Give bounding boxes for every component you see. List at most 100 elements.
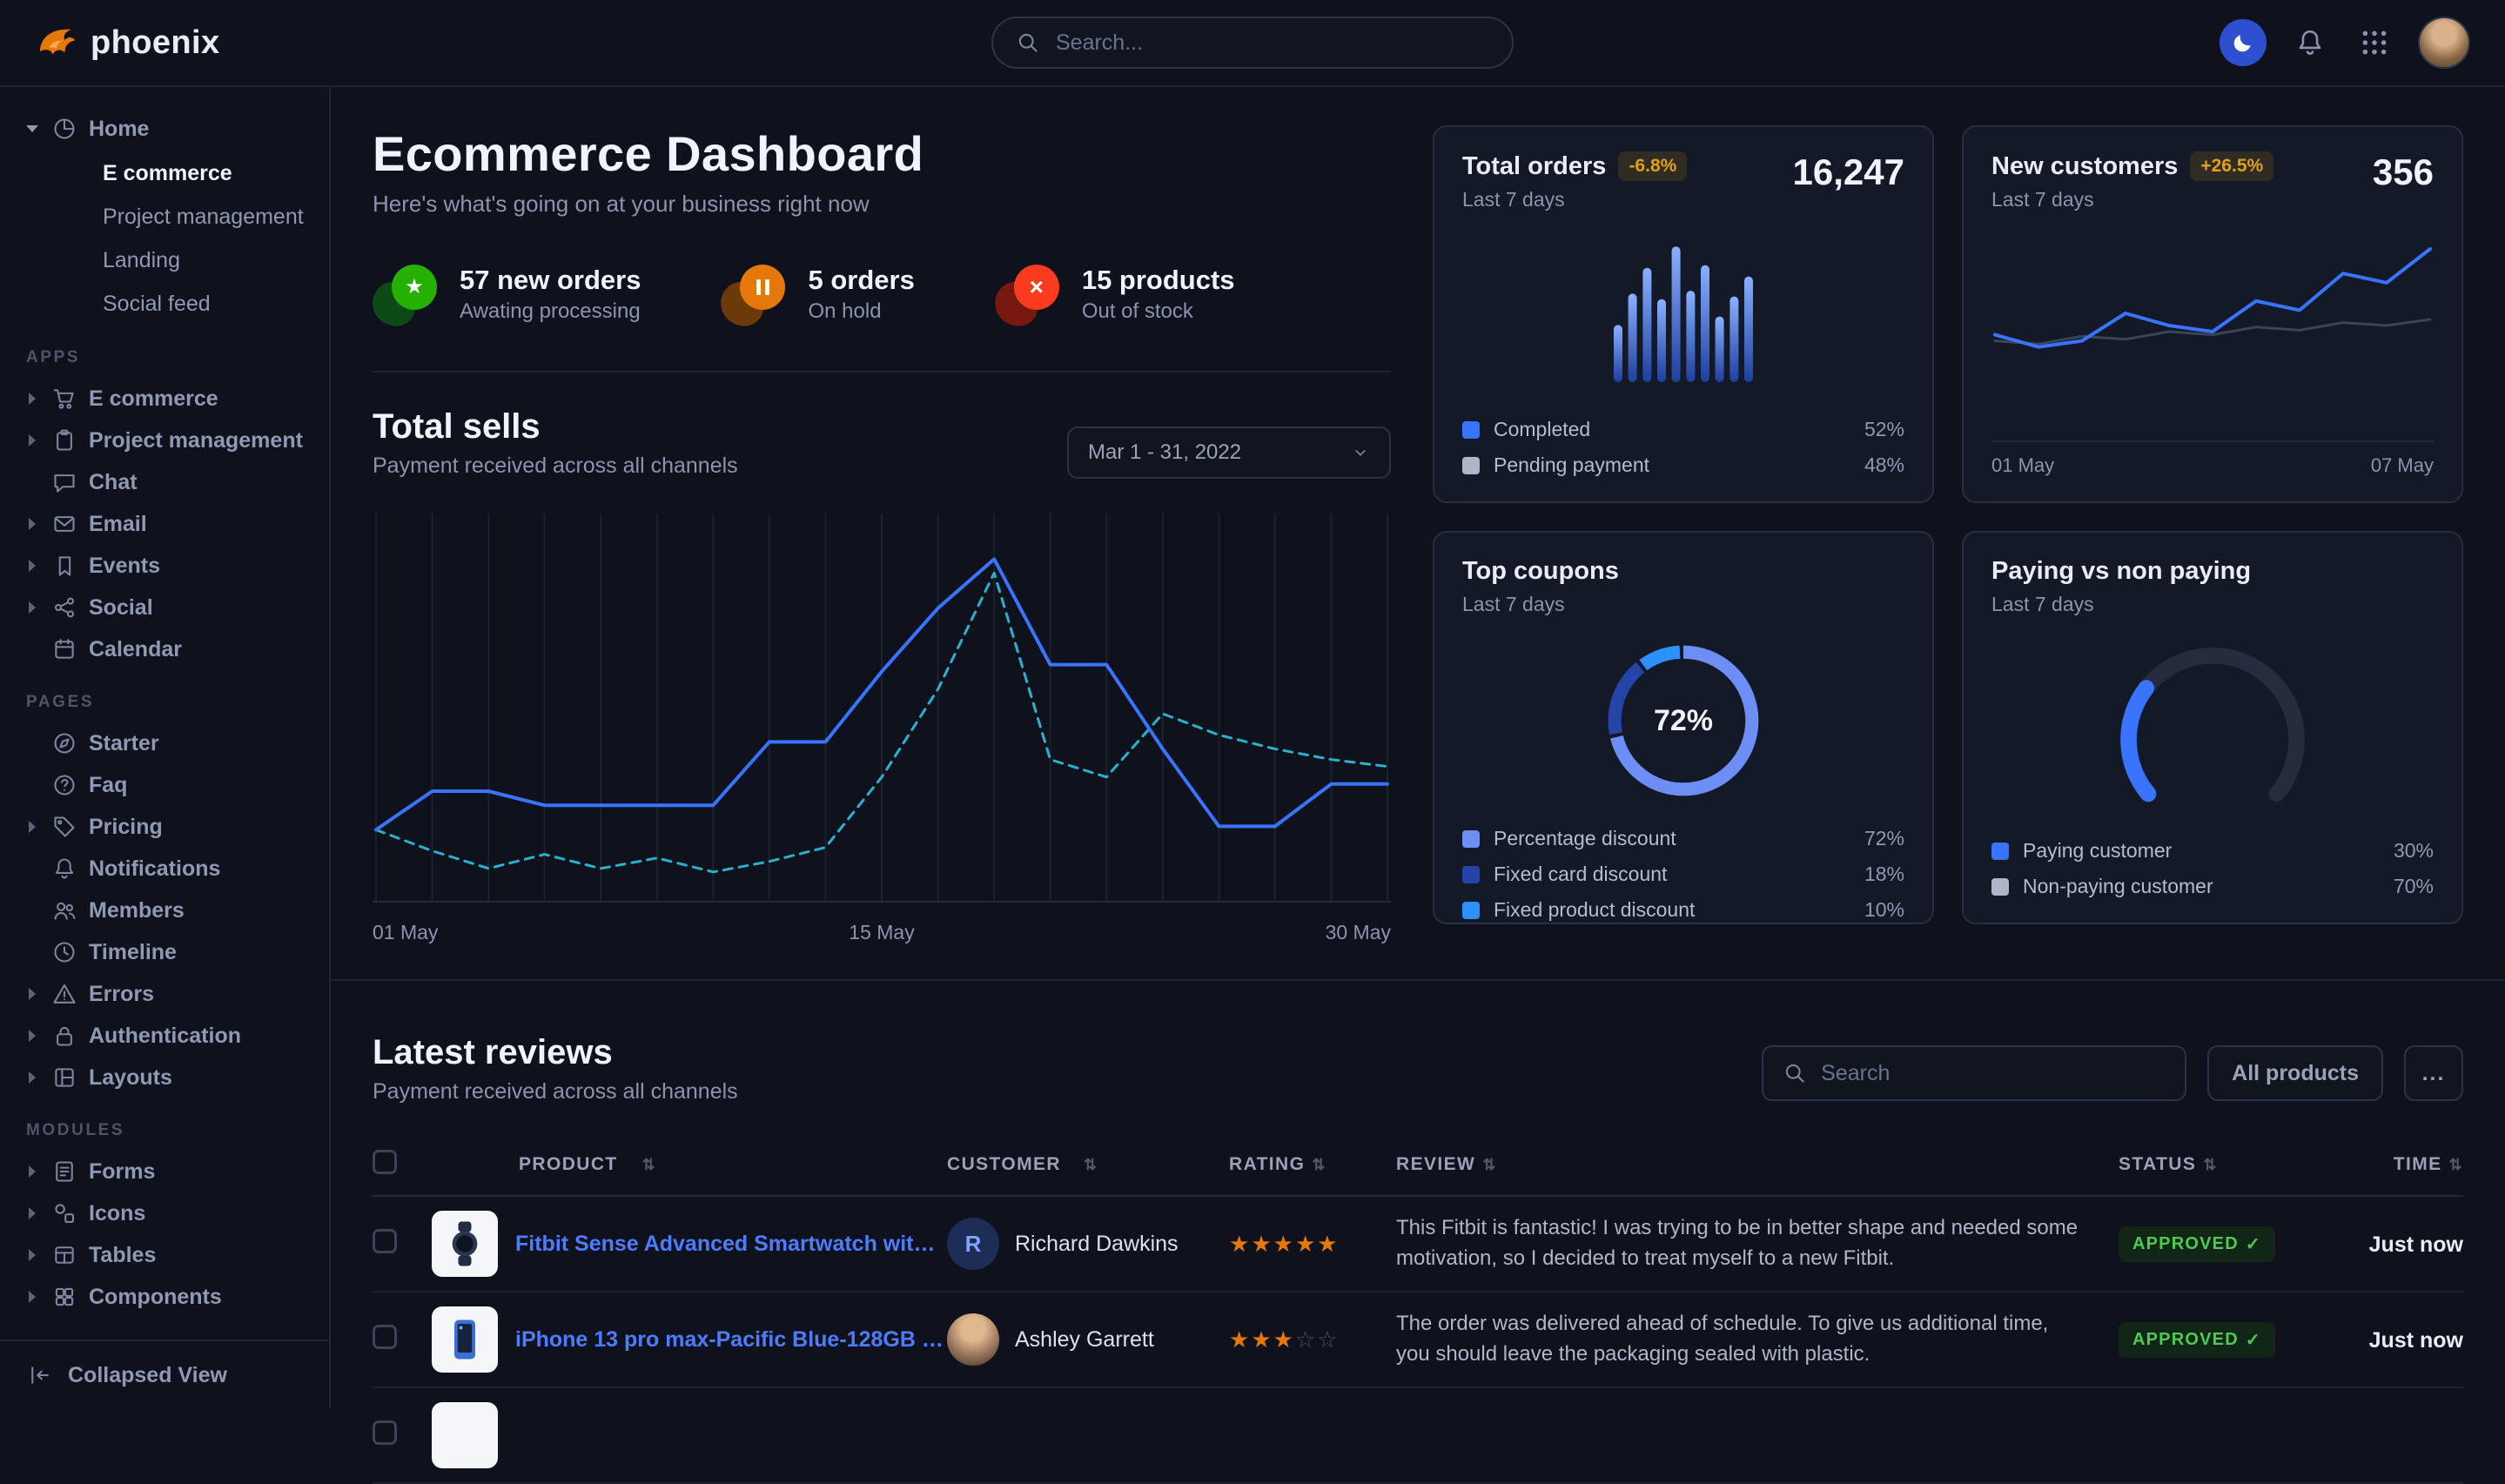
stat-out-of-stock: × 15 products Out of stock bbox=[995, 263, 1235, 326]
sidebar-item-events[interactable]: Events bbox=[24, 545, 312, 587]
row-checkbox[interactable] bbox=[373, 1420, 397, 1445]
total-orders-value: 16,247 bbox=[1793, 151, 1904, 193]
collapsed-view-toggle[interactable]: Collapsed View bbox=[0, 1340, 329, 1409]
sidebar-section-apps: APPS bbox=[26, 348, 312, 367]
line-chart bbox=[1991, 229, 2434, 410]
kpi-cards: Total orders -6.8% Last 7 days 16,247 bbox=[1433, 125, 2463, 944]
stat-orders-on-hold: 5 orders On hold bbox=[721, 263, 914, 326]
apps-grid-button[interactable] bbox=[2354, 22, 2395, 64]
sidebar-item-landing[interactable]: Landing bbox=[24, 238, 312, 282]
reviews-search-input[interactable] bbox=[1821, 1061, 2166, 1086]
sidebar-item-pricing[interactable]: Pricing bbox=[24, 806, 312, 848]
product-thumbnail-iphone bbox=[432, 1306, 498, 1373]
table-row: iPhone 13 pro max-Pacific Blue-128GB sto… bbox=[373, 1293, 2463, 1388]
star-badge-icon: ★ bbox=[373, 263, 439, 326]
sidebar-item-calendar[interactable]: Calendar bbox=[24, 628, 312, 670]
column-time[interactable]: TIME⇅ bbox=[2327, 1154, 2463, 1175]
column-customer[interactable]: CUSTOMER⇅ bbox=[947, 1154, 1229, 1175]
chevron-right-icon bbox=[24, 819, 40, 835]
legend-swatch bbox=[1462, 421, 1480, 439]
sidebar-item-social-feed[interactable]: Social feed bbox=[24, 282, 312, 326]
product-link[interactable]: iPhone 13 pro max-Pacific Blue-128GB sto… bbox=[515, 1327, 947, 1353]
chevron-right-icon bbox=[24, 1164, 40, 1179]
customer-name: Richard Dawkins bbox=[1015, 1232, 1179, 1257]
table-grid-icon bbox=[52, 1243, 77, 1267]
sidebar-item-notifications[interactable]: Notifications bbox=[24, 848, 312, 890]
sidebar-section-pages: PAGES bbox=[26, 693, 312, 712]
x-badge-icon: × bbox=[995, 263, 1061, 326]
sort-icon: ⇅ bbox=[1482, 1156, 1496, 1173]
all-products-button[interactable]: All products bbox=[2207, 1045, 2383, 1101]
column-review[interactable]: REVIEW⇅ bbox=[1396, 1154, 2119, 1175]
sidebar-item-email[interactable]: Email bbox=[24, 503, 312, 545]
global-search[interactable] bbox=[991, 17, 1514, 69]
main-content: Ecommerce Dashboard Here's what's going … bbox=[331, 0, 2505, 1484]
sidebar-item-tables[interactable]: Tables bbox=[24, 1234, 312, 1276]
bookmark-icon bbox=[52, 554, 77, 578]
sidebar-item-errors[interactable]: Errors bbox=[24, 973, 312, 1015]
sidebar-item-faq[interactable]: Faq bbox=[24, 764, 312, 806]
chevron-right-icon bbox=[24, 1028, 40, 1044]
theme-toggle-button[interactable] bbox=[2220, 19, 2267, 66]
notifications-button[interactable] bbox=[2289, 22, 2331, 64]
sidebar-item-ecommerce-dashboard[interactable]: E commerce bbox=[24, 151, 312, 195]
row-checkbox[interactable] bbox=[373, 1229, 397, 1253]
column-product[interactable]: PRODUCT⇅ bbox=[432, 1154, 947, 1175]
card-total-orders: Total orders -6.8% Last 7 days 16,247 bbox=[1433, 125, 1934, 503]
sidebar-item-icons[interactable]: Icons bbox=[24, 1192, 312, 1234]
card-paying-vs-nonpaying: Paying vs non paying Last 7 days Paying … bbox=[1962, 531, 2463, 924]
moon-icon bbox=[2232, 31, 2254, 54]
sidebar-nav: Home E commerce Project management Landi… bbox=[0, 87, 329, 1340]
customer-avatar-initial: R bbox=[947, 1218, 999, 1270]
puzzle-icon bbox=[52, 1285, 77, 1309]
column-status[interactable]: STATUS⇅ bbox=[2119, 1154, 2327, 1175]
sort-icon: ⇅ bbox=[1312, 1156, 1326, 1173]
product-thumbnail bbox=[432, 1402, 498, 1468]
reviews-search[interactable] bbox=[1762, 1045, 2186, 1101]
sidebar-item-home[interactable]: Home bbox=[24, 108, 312, 150]
product-link[interactable]: Fitbit Sense Advanced Smartwatch with To… bbox=[515, 1232, 947, 1257]
sidebar-item-project-management-dashboard[interactable]: Project management bbox=[24, 195, 312, 238]
chevron-right-icon bbox=[24, 1289, 40, 1305]
calendar-icon bbox=[52, 637, 77, 661]
users-icon bbox=[52, 898, 77, 923]
home-sub-items: E commerce Project management Landing So… bbox=[24, 151, 312, 326]
envelope-icon bbox=[52, 512, 77, 536]
grid-nine-dots-icon bbox=[2360, 28, 2389, 57]
sidebar-item-components[interactable]: Components bbox=[24, 1276, 312, 1318]
bell-icon bbox=[52, 856, 77, 881]
more-options-button[interactable]: ... bbox=[2404, 1045, 2463, 1101]
dashboard-left-column: Ecommerce Dashboard Here's what's going … bbox=[373, 125, 1391, 944]
legend-completed: Completed 52% bbox=[1462, 418, 1904, 441]
layout-grid-icon bbox=[52, 1065, 77, 1090]
date-range-select[interactable]: Mar 1 - 31, 2022 bbox=[1067, 426, 1391, 479]
card-new-customers: New customers +26.5% Last 7 days 356 01 … bbox=[1962, 125, 2463, 503]
chevron-right-icon bbox=[24, 433, 40, 448]
sidebar-item-members[interactable]: Members bbox=[24, 890, 312, 931]
sidebar-item-project-management[interactable]: Project management bbox=[24, 420, 312, 461]
sidebar-item-ecommerce[interactable]: E commerce bbox=[24, 378, 312, 420]
sidebar-item-layouts[interactable]: Layouts bbox=[24, 1057, 312, 1098]
global-search-input[interactable] bbox=[1056, 30, 1489, 56]
sidebar-item-label: Home bbox=[89, 117, 149, 142]
column-rating[interactable]: RATING⇅ bbox=[1229, 1154, 1396, 1175]
gauge-chart bbox=[2082, 627, 2343, 808]
select-all-checkbox[interactable] bbox=[373, 1150, 397, 1174]
sidebar-item-starter[interactable]: Starter bbox=[24, 722, 312, 764]
sidebar-item-timeline[interactable]: Timeline bbox=[24, 931, 312, 973]
legend-paying-customer: Paying customer 30% bbox=[1991, 839, 2434, 863]
user-avatar[interactable] bbox=[2418, 17, 2470, 69]
row-checkbox[interactable] bbox=[373, 1325, 397, 1349]
legend-swatch bbox=[1462, 902, 1480, 919]
sidebar-item-chat[interactable]: Chat bbox=[24, 461, 312, 503]
sidebar-item-forms[interactable]: Forms bbox=[24, 1151, 312, 1192]
sidebar-item-social[interactable]: Social bbox=[24, 587, 312, 628]
legend-fixed-product-discount: Fixed product discount 10% bbox=[1462, 898, 1904, 922]
total-sells-subtitle: Payment received across all channels bbox=[373, 453, 738, 479]
chevron-down-icon bbox=[1351, 443, 1370, 462]
topbar-actions bbox=[2139, 17, 2470, 69]
total-sells-header: Total sells Payment received across all … bbox=[373, 407, 1391, 479]
chevron-right-icon bbox=[24, 986, 40, 1002]
sidebar-item-authentication[interactable]: Authentication bbox=[24, 1015, 312, 1057]
brand-logo[interactable]: phoenix bbox=[35, 22, 366, 64]
